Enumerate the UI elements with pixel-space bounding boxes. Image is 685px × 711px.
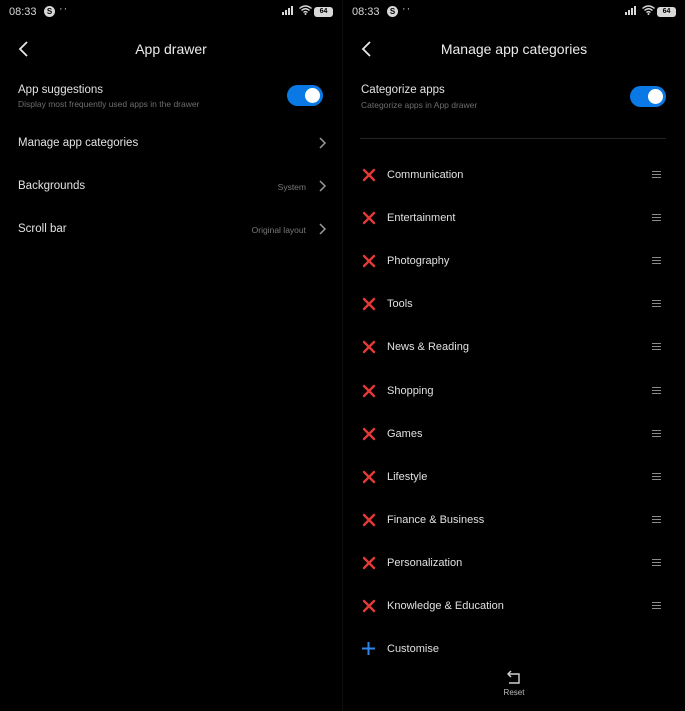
drag-handle-icon[interactable] (652, 300, 661, 308)
category-label: News & Reading (387, 341, 469, 354)
category-row: Shopping (343, 370, 685, 413)
category-row: Communication (343, 154, 685, 197)
notification-app-icon: S (387, 6, 398, 17)
more-notifications-icon: ·· (402, 3, 412, 15)
categorize-apps-setting: Categorize apps Categorize apps in App d… (343, 80, 685, 120)
status-bar: 08:33 S ·· 64 (343, 0, 685, 24)
scroll-bar-label: Scroll bar (18, 223, 67, 235)
category-label: Finance & Business (387, 513, 485, 526)
reset-label: Reset (503, 688, 525, 697)
scroll-bar-row[interactable]: Scroll bar Original layout (0, 216, 342, 242)
category-row: News & Reading (343, 326, 685, 369)
customise-label: Customise (387, 643, 439, 655)
remove-category-icon[interactable] (362, 254, 376, 268)
category-label: Games (387, 427, 423, 440)
drag-handle-icon[interactable] (652, 257, 661, 265)
drag-handle-icon[interactable] (652, 558, 661, 567)
drag-handle-icon[interactable] (652, 214, 661, 222)
notification-app-icon: S (44, 6, 55, 17)
page-title: Manage app categories (440, 41, 588, 57)
chevron-right-icon (319, 137, 327, 149)
remove-category-icon[interactable] (362, 556, 376, 570)
category-label: Lifestyle (387, 470, 428, 483)
category-label: Communication (387, 169, 464, 181)
categorize-apps-description: Categorize apps in App drawer (361, 100, 478, 110)
category-row: Photography (343, 240, 685, 283)
app-suggestions-description: Display most frequently used apps in the… (18, 99, 200, 109)
status-time: 08:33 (9, 6, 37, 18)
remove-category-icon[interactable] (362, 211, 376, 225)
category-label: Shopping (387, 384, 434, 397)
category-label: Photography (387, 255, 450, 268)
backgrounds-label: Backgrounds (18, 180, 86, 192)
remove-category-icon[interactable] (362, 384, 376, 398)
category-row: Personalization (343, 542, 685, 585)
drag-handle-icon[interactable] (652, 472, 661, 481)
remove-category-icon[interactable] (362, 297, 376, 311)
battery-icon: 64 (657, 7, 676, 17)
remove-category-icon[interactable] (362, 599, 376, 613)
signal-icon (625, 6, 636, 15)
reset-button[interactable]: Reset (489, 668, 539, 702)
category-row: Tools (343, 283, 685, 326)
drag-handle-icon[interactable] (652, 515, 661, 524)
manage-app-categories-label: Manage app categories (18, 137, 139, 149)
category-label: Personalization (387, 556, 463, 569)
section-divider (360, 138, 666, 139)
scroll-bar-value: Original layout (251, 225, 306, 235)
chevron-right-icon (319, 180, 327, 192)
more-notifications-icon: ·· (59, 3, 69, 15)
battery-icon: 64 (314, 7, 333, 17)
page-title: App drawer (135, 41, 207, 57)
wifi-icon (642, 5, 655, 15)
app-suggestions-label: App suggestions (18, 84, 104, 96)
app-drawer-screen: 08:33 S ·· 64 App drawer App suggestions… (0, 0, 342, 711)
remove-category-icon[interactable] (362, 470, 376, 484)
wifi-icon (299, 5, 312, 15)
plus-icon (362, 642, 375, 655)
remove-category-icon[interactable] (362, 513, 376, 527)
category-row: Finance & Business (343, 499, 685, 542)
categorize-apps-label: Categorize apps (361, 84, 445, 96)
manage-app-categories-row[interactable]: Manage app categories (0, 130, 342, 156)
remove-category-icon[interactable] (362, 427, 376, 441)
category-row: Knowledge & Education (343, 585, 685, 628)
app-suggestions-toggle[interactable] (287, 85, 323, 106)
drag-handle-icon[interactable] (652, 602, 661, 610)
manage-app-categories-screen: 08:33 S ·· 64 Manage app categories Cate… (343, 0, 685, 711)
backgrounds-value: System (277, 182, 306, 192)
drag-handle-icon[interactable] (652, 343, 661, 351)
drag-handle-icon[interactable] (652, 171, 661, 179)
category-row: Entertainment (343, 197, 685, 240)
status-bar: 08:33 S ·· 64 (0, 0, 342, 24)
category-label: Entertainment (387, 212, 456, 225)
remove-category-icon[interactable] (362, 168, 376, 182)
header: App drawer (0, 30, 342, 68)
drag-handle-icon[interactable] (652, 429, 661, 438)
remove-category-icon[interactable] (362, 340, 376, 354)
chevron-right-icon (319, 223, 327, 235)
drag-handle-icon[interactable] (652, 386, 661, 395)
category-label: Tools (387, 298, 413, 311)
category-row: Games (343, 413, 685, 456)
customise-button[interactable]: Customise (343, 638, 685, 662)
signal-icon (282, 6, 293, 15)
reset-icon (507, 670, 520, 684)
category-row: Lifestyle (343, 456, 685, 499)
category-label: Knowledge & Education (387, 600, 504, 612)
status-time: 08:33 (352, 6, 380, 18)
categorize-apps-toggle[interactable] (630, 86, 666, 107)
app-suggestions-setting: App suggestions Display most frequently … (0, 80, 342, 120)
header: Manage app categories (343, 30, 685, 68)
backgrounds-row[interactable]: Backgrounds System (0, 173, 342, 199)
